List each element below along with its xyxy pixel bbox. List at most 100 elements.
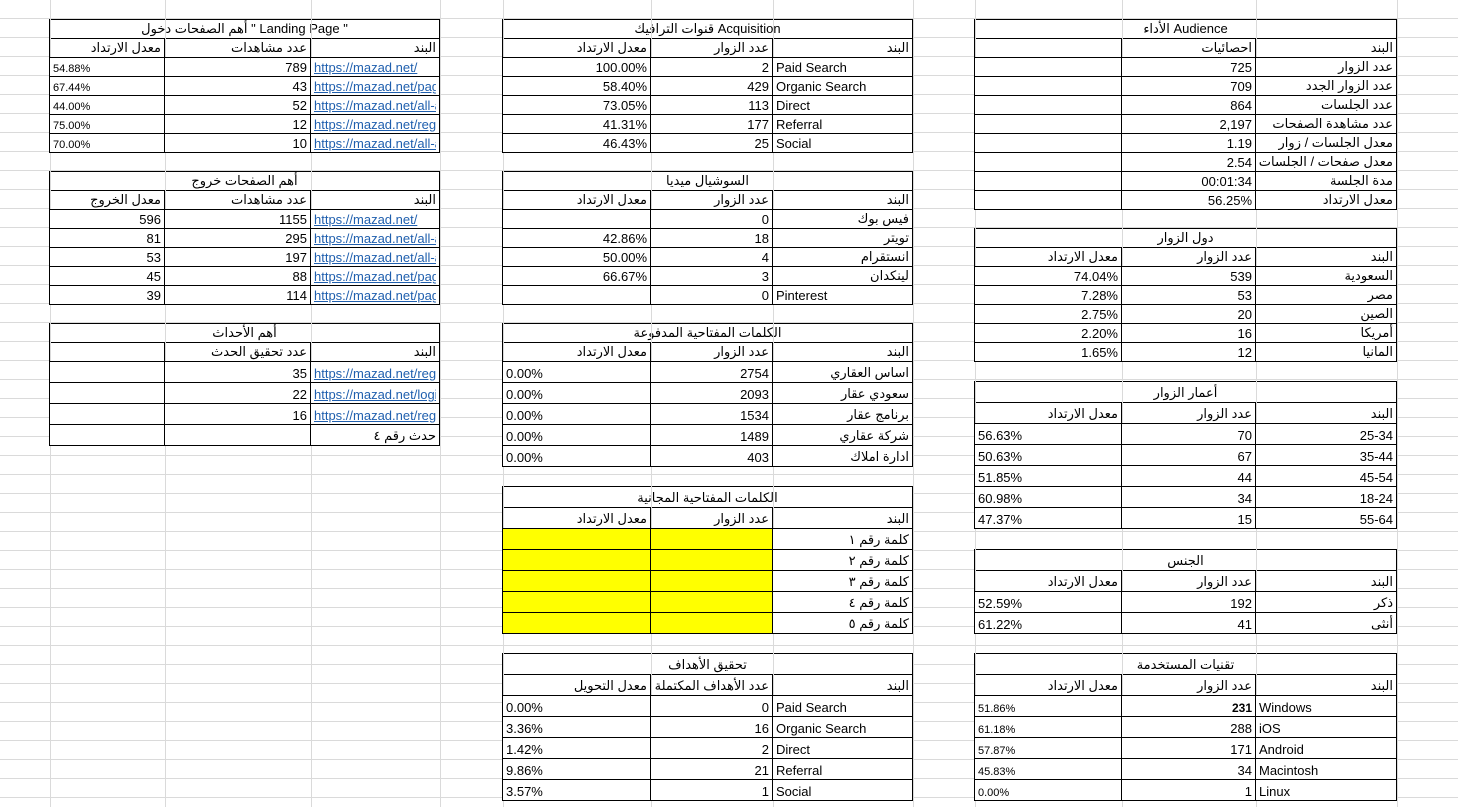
rate-cell[interactable]: 0.00% <box>502 695 651 717</box>
rate-cell[interactable]: 0.00% <box>502 403 651 425</box>
rate-cell[interactable]: 45.83% <box>974 758 1122 780</box>
item-cell[interactable]: كلمة رقم ٥ <box>772 612 913 634</box>
count-cell[interactable]: 34 <box>1121 758 1256 780</box>
count-cell[interactable]: 177 <box>650 114 773 134</box>
count-cell[interactable]: 43 <box>164 76 311 96</box>
rate-cell[interactable] <box>974 76 1122 96</box>
item-cell[interactable]: 45-54 <box>1255 465 1397 487</box>
rate-cell[interactable] <box>49 403 165 425</box>
count-cell[interactable]: 44 <box>1121 465 1256 487</box>
count-cell[interactable]: 288 <box>1121 716 1256 738</box>
item-cell[interactable]: تويتر <box>772 228 913 248</box>
count-cell[interactable]: 539 <box>1121 266 1256 286</box>
url-link[interactable]: https://mazad.net/all-auctions <box>314 136 436 151</box>
count-cell[interactable]: 1155 <box>164 209 311 229</box>
count-cell[interactable]: 0 <box>650 209 773 229</box>
count-cell[interactable]: 2.54 <box>1121 152 1256 172</box>
item-cell[interactable]: معدل صفحات / الجلسات <box>1255 152 1397 172</box>
rate-cell[interactable]: 52.59% <box>974 591 1122 613</box>
rate-cell[interactable]: 100.00% <box>502 57 651 77</box>
count-cell[interactable]: 2754 <box>650 361 773 383</box>
url-link[interactable]: https://mazad.net/register <box>314 366 436 381</box>
count-cell[interactable]: 1489 <box>650 424 773 446</box>
rate-cell[interactable]: 67.44% <box>49 76 165 96</box>
count-cell[interactable]: 709 <box>1121 76 1256 96</box>
rate-cell[interactable] <box>974 171 1122 191</box>
url-link[interactable]: https://mazad.net/ <box>314 60 436 75</box>
count-cell[interactable] <box>650 549 773 571</box>
item-cell[interactable]: مدة الجلسة <box>1255 171 1397 191</box>
item-cell[interactable]: Direct <box>772 95 913 115</box>
count-cell[interactable] <box>650 591 773 613</box>
item-cell[interactable]: كلمة رقم ١ <box>772 528 913 550</box>
rate-cell[interactable] <box>974 152 1122 172</box>
count-cell[interactable]: 0 <box>650 695 773 717</box>
rate-cell[interactable]: 73.05% <box>502 95 651 115</box>
rate-cell[interactable] <box>974 95 1122 115</box>
rate-cell[interactable] <box>502 549 651 571</box>
item-cell[interactable]: عدد مشاهدة الصفحات <box>1255 114 1397 134</box>
count-cell[interactable]: 41 <box>1121 612 1256 634</box>
item-cell[interactable]: الصين <box>1255 304 1397 324</box>
item-cell[interactable]: Android <box>1255 737 1397 759</box>
count-cell[interactable]: 4 <box>650 247 773 267</box>
item-cell[interactable]: كلمة رقم ٤ <box>772 591 913 613</box>
rate-cell[interactable]: 7.28% <box>974 285 1122 305</box>
item-cell[interactable]: سعودي عقار <box>772 382 913 404</box>
rate-cell[interactable]: 58.40% <box>502 76 651 96</box>
count-cell[interactable]: 21 <box>650 758 773 780</box>
item-cell[interactable]: 55-64 <box>1255 507 1397 529</box>
count-cell[interactable]: 429 <box>650 76 773 96</box>
rate-cell[interactable]: 9.86% <box>502 758 651 780</box>
count-cell[interactable]: 725 <box>1121 57 1256 77</box>
url-link[interactable]: https://mazad.net/all-auctions <box>314 250 436 265</box>
count-cell[interactable]: 16 <box>1121 323 1256 343</box>
rate-cell[interactable]: 44.00% <box>49 95 165 115</box>
item-cell[interactable]: كلمة رقم ٢ <box>772 549 913 571</box>
item-cell[interactable]: عدد الزوار <box>1255 57 1397 77</box>
url-link[interactable]: https://mazad.net/pages/%D9%83%D9%8A%D9%… <box>314 288 436 303</box>
url-link[interactable]: https://mazad.net/register?type <box>314 408 436 423</box>
item-cell[interactable]: Organic Search <box>772 76 913 96</box>
count-cell[interactable]: 3 <box>650 266 773 286</box>
rate-cell[interactable] <box>974 190 1122 210</box>
item-cell[interactable]: أمريكا <box>1255 323 1397 343</box>
rate-cell[interactable]: 66.67% <box>502 266 651 286</box>
rate-cell[interactable]: 45 <box>49 266 165 286</box>
count-cell[interactable] <box>650 612 773 634</box>
url-link[interactable]: https://mazad.net/pages/%D8 <box>314 79 436 94</box>
count-cell[interactable]: 2 <box>650 57 773 77</box>
item-cell[interactable]: كلمة رقم ٣ <box>772 570 913 592</box>
rate-cell[interactable]: 0.00% <box>502 424 651 446</box>
count-cell[interactable]: 113 <box>650 95 773 115</box>
rate-cell[interactable]: 57.87% <box>974 737 1122 759</box>
rate-cell[interactable]: 61.18% <box>974 716 1122 738</box>
rate-cell[interactable]: 53 <box>49 247 165 267</box>
count-cell[interactable]: 00:01:34 <box>1121 171 1256 191</box>
item-cell[interactable]: مصر <box>1255 285 1397 305</box>
rate-cell[interactable]: 2.75% <box>974 304 1122 324</box>
rate-cell[interactable] <box>974 114 1122 134</box>
rate-cell[interactable]: 1.65% <box>974 342 1122 362</box>
item-cell[interactable]: معدل الارتداد <box>1255 190 1397 210</box>
count-cell[interactable]: 12 <box>164 114 311 134</box>
count-cell[interactable]: 1534 <box>650 403 773 425</box>
rate-cell[interactable]: 0.00% <box>502 382 651 404</box>
rate-cell[interactable] <box>974 133 1122 153</box>
rate-cell[interactable]: 0.00% <box>502 445 651 467</box>
count-cell[interactable]: 16 <box>164 403 311 425</box>
count-cell[interactable]: 171 <box>1121 737 1256 759</box>
rate-cell[interactable] <box>49 424 165 446</box>
count-cell[interactable] <box>650 570 773 592</box>
count-cell[interactable]: 56.25% <box>1121 190 1256 210</box>
rate-cell[interactable]: 41.31% <box>502 114 651 134</box>
rate-cell[interactable]: 60.98% <box>974 486 1122 508</box>
rate-cell[interactable]: 1.42% <box>502 737 651 759</box>
rate-cell[interactable]: 0.00% <box>974 779 1122 801</box>
count-cell[interactable]: 1 <box>650 779 773 801</box>
item-cell[interactable]: برنامج عقار <box>772 403 913 425</box>
item-cell[interactable]: عدد الجلسات <box>1255 95 1397 115</box>
item-cell[interactable]: عدد الزوار الجدد <box>1255 76 1397 96</box>
rate-cell[interactable]: 50.63% <box>974 444 1122 466</box>
count-cell[interactable]: 16 <box>650 716 773 738</box>
